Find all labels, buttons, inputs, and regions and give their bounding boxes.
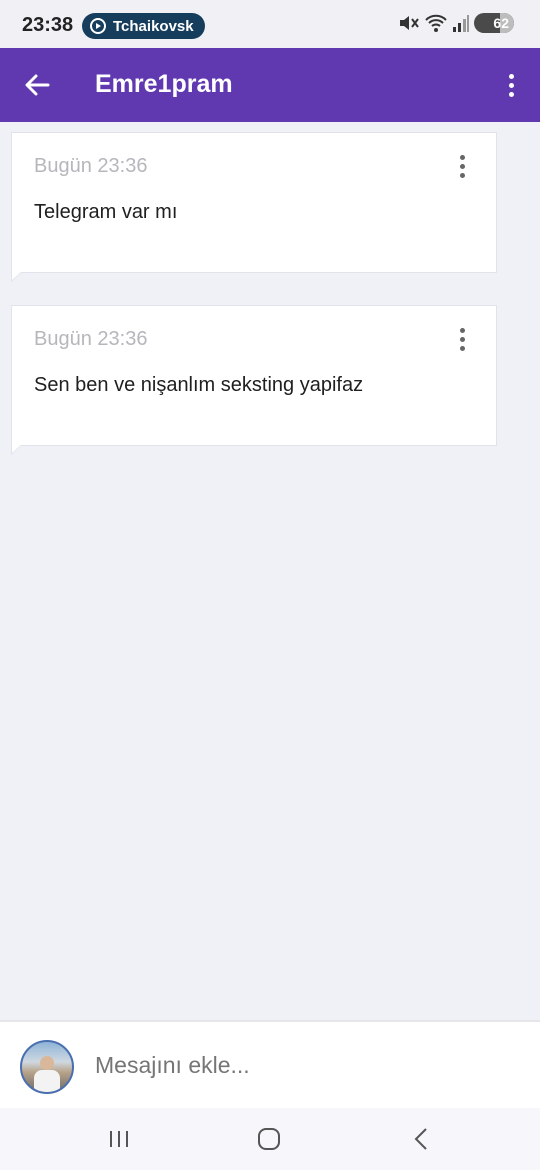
- app-bar: Emre1pram: [0, 48, 540, 122]
- back-icon: [414, 1128, 427, 1150]
- home-button[interactable]: [249, 1122, 289, 1156]
- battery-level: 62: [493, 15, 509, 31]
- home-icon: [258, 1128, 280, 1150]
- message-card: Bugün 23:36 Sen ben ve nişanlım seksting…: [11, 305, 497, 455]
- status-bar: 23:38 Tchaikovsk 62: [0, 0, 540, 48]
- message-text: Telegram var mı: [34, 201, 178, 223]
- media-title: Tchaikovsk: [113, 17, 194, 35]
- media-playback-pill[interactable]: Tchaikovsk: [82, 13, 205, 39]
- signal-icon: [453, 15, 469, 32]
- back-button[interactable]: [20, 68, 54, 102]
- status-icons: 62: [398, 13, 514, 33]
- message-composer: [0, 1020, 540, 1108]
- mute-icon: [400, 16, 419, 30]
- message-options-icon[interactable]: [452, 153, 472, 179]
- play-icon: [90, 18, 106, 34]
- page-title: Emre1pram: [95, 70, 233, 98]
- message-timestamp: Bugün 23:36: [34, 328, 148, 350]
- arrow-left-icon: [25, 74, 50, 96]
- recent-apps-button[interactable]: [99, 1122, 139, 1156]
- battery-icon: 62: [474, 13, 514, 33]
- wifi-icon: [425, 14, 447, 32]
- system-nav-bar: [0, 1108, 540, 1170]
- more-vert-icon[interactable]: [500, 68, 522, 102]
- message-card: Bugün 23:36 Telegram var mı: [11, 132, 497, 282]
- message-input[interactable]: [95, 1052, 515, 1079]
- message-text: Sen ben ve nişanlım seksting yapifaz: [34, 374, 364, 396]
- avatar[interactable]: [20, 1040, 74, 1094]
- message-timestamp: Bugün 23:36: [34, 155, 148, 177]
- recent-apps-icon: [110, 1131, 128, 1147]
- message-options-icon[interactable]: [452, 326, 472, 352]
- nav-back-button[interactable]: [401, 1122, 441, 1156]
- status-time: 23:38: [22, 14, 74, 36]
